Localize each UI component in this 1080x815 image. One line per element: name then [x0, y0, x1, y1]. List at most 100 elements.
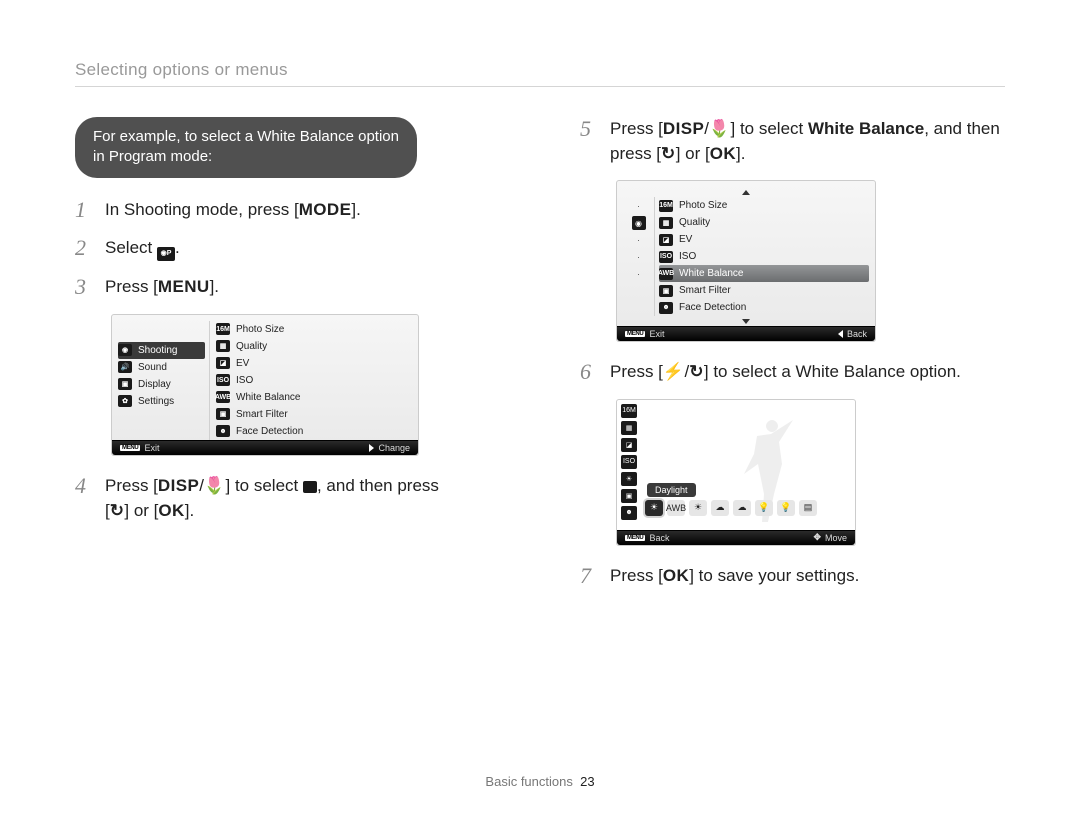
step-text: . — [175, 238, 180, 257]
menu-right-column: 16MPhoto Size ▦ Quality ◪EV ISO ISO AWB Whi… — [210, 321, 412, 440]
submenu-label: ISO — [236, 375, 253, 386]
footer-page-number: 23 — [580, 774, 594, 789]
submenu-label: Quality — [236, 341, 267, 352]
menu-left-icons: · ◉ · · · — [623, 197, 655, 316]
flash-button-icon: ⚡ — [663, 362, 685, 381]
submenu-ev: ◪EV — [216, 355, 412, 372]
submenu-label: White Balance — [679, 268, 743, 279]
dot-icon: · — [632, 250, 646, 264]
step-1: 1 In Shooting mode, press [MODE]. — [75, 198, 500, 223]
face-icon: ☻ — [621, 506, 637, 520]
step-text: ] or [ — [676, 144, 710, 163]
chevron-left-icon — [838, 330, 843, 338]
submenu-label: EV — [679, 234, 692, 245]
wb-option-daylight: ☀ — [645, 500, 663, 516]
step-3: 3 Press [MENU]. — [75, 275, 500, 300]
submenu-white-balance: AWB White Balance — [216, 389, 412, 406]
scroll-up-arrow — [623, 187, 869, 197]
camera-icon: ◉ — [632, 216, 646, 230]
program-mode-icon: ◉P — [157, 247, 175, 261]
wb-option: ▤ — [799, 500, 817, 516]
ev-icon: ◪ — [621, 438, 637, 452]
mode-button-label: MODE — [299, 200, 352, 219]
chevron-right-icon — [369, 444, 374, 452]
wb-option: 💡 — [777, 500, 795, 516]
menu-footer: MENUBack ✥Move — [617, 530, 855, 545]
submenu-photo-size: 16MPhoto Size — [216, 321, 412, 338]
step-text: Press [ — [105, 476, 158, 495]
step-number: 7 — [580, 564, 602, 588]
wb-option: 💡 — [755, 500, 773, 516]
filter-icon: ▣ — [621, 489, 637, 503]
camera-icon: ◉ — [118, 344, 132, 356]
iso-icon: ISO — [216, 374, 230, 386]
menu-screenshot-2: · ◉ · · · 16MPhoto Size ▦ Quality ◪EV ISO… — [616, 180, 876, 342]
step-text: , and then — [924, 119, 1000, 138]
menu-label: Display — [138, 379, 171, 390]
submenu-ev: ◪EV — [659, 231, 869, 248]
example-pill: For example, to select a White Balance o… — [75, 117, 417, 178]
ev-icon: ◪ — [216, 357, 230, 369]
submenu-smart-filter: ▣Smart Filter — [216, 406, 412, 423]
step-text: Press [ — [105, 277, 158, 296]
iso-icon: ISO — [659, 251, 673, 263]
footer-move: Move — [825, 533, 847, 543]
dot-icon: · — [632, 199, 646, 213]
footer-back: Back — [847, 329, 867, 339]
menu-label: Settings — [138, 396, 174, 407]
menu-tag-icon: MENU — [120, 445, 140, 451]
filter-icon: ▣ — [216, 408, 230, 420]
ok-button-label: OK — [158, 501, 184, 520]
step-7: 7 Press [OK] to save your settings. — [580, 564, 1005, 589]
menu-footer: MENUExit Back — [617, 326, 875, 341]
scroll-down-arrow — [623, 316, 869, 326]
wb-option: ☀ — [689, 500, 707, 516]
submenu-photo-size: 16MPhoto Size — [659, 197, 869, 214]
iso-icon: ISO — [621, 455, 637, 469]
menu-right-column: 16MPhoto Size ▦Quality ◪EV ISOISO AWBWhi… — [655, 197, 869, 316]
step-number: 6 — [580, 360, 602, 384]
footer-section: Basic functions — [485, 774, 572, 789]
step-5: 5 Press [DISP/🌷] to select White Balance… — [580, 117, 1005, 166]
submenu-face-detection: ☻Face Detection — [216, 423, 412, 440]
ok-button-label: OK — [710, 144, 736, 163]
submenu-label: White Balance — [236, 392, 300, 403]
pill-line-2: in Program mode: — [93, 148, 212, 165]
submenu-label: Face Detection — [236, 426, 303, 437]
step-text: ]. — [210, 277, 219, 296]
step-text: Press [ — [610, 566, 663, 585]
submenu-label: Smart Filter — [679, 285, 731, 296]
step-text: Press [ — [610, 362, 663, 381]
ok-button-label: OK — [663, 566, 689, 585]
filter-icon: ▣ — [659, 285, 673, 297]
step-text: ] to save your settings. — [689, 566, 859, 585]
quality-icon: ▦ — [659, 217, 673, 229]
step-text: Select — [105, 238, 157, 257]
wb-option-awb: AWB — [667, 500, 685, 516]
face-icon: ☻ — [659, 302, 673, 314]
quality-icon: ▦ — [216, 340, 230, 352]
submenu-label: Face Detection — [679, 302, 746, 313]
menu-label: Shooting — [138, 345, 177, 356]
disp-button-label: DISP — [663, 119, 704, 138]
wb-icon: AWB — [216, 391, 230, 403]
wb-option: ☁ — [711, 500, 729, 516]
left-column: For example, to select a White Balance o… — [75, 117, 500, 603]
pill-line-1: For example, to select a White Balance o… — [93, 128, 399, 145]
submenu-face-detection: ☻ Face Detection — [659, 299, 869, 316]
step-text: Press [ — [610, 119, 663, 138]
step-text: ] to select a White Balance option. — [704, 362, 961, 381]
wb-icon: ☀ — [621, 472, 637, 486]
submenu-quality: ▦ Quality — [216, 338, 412, 355]
display-icon: ▣ — [118, 378, 132, 390]
menu-item-sound: 🔊Sound — [118, 359, 205, 376]
wb-selection-screenshot: 16M ▦ ◪ ISO ☀ ▣ ☻ Daylight ☀ AWB ☀ ☁ ☁ 💡… — [616, 399, 856, 546]
white-balance-bold: White Balance — [808, 119, 924, 138]
footer-change: Change — [378, 443, 410, 453]
size-icon: 16M — [621, 404, 637, 418]
step-number: 5 — [580, 117, 602, 141]
menu-tag-icon: MENU — [625, 331, 645, 337]
menu-item-shooting: ◉ Shooting — [118, 342, 205, 359]
right-column: 5 Press [DISP/🌷] to select White Balance… — [580, 117, 1005, 603]
submenu-label: Quality — [679, 217, 710, 228]
